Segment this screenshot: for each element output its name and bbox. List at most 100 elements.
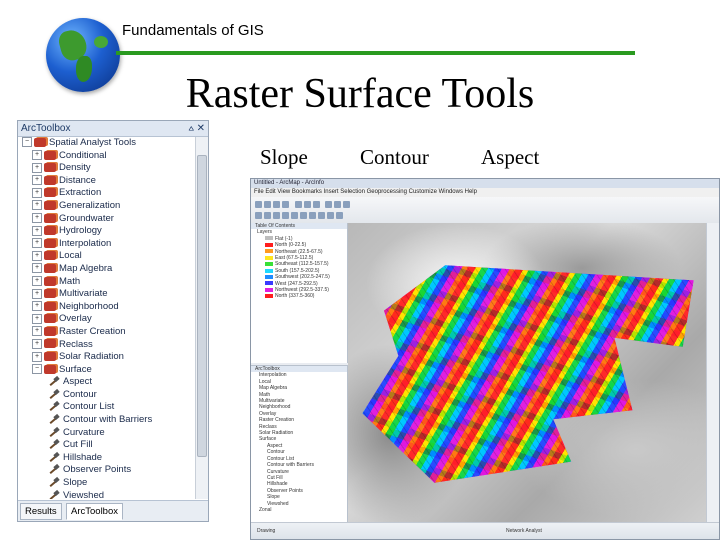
tool-item[interactable]: Cut Fill <box>18 439 196 452</box>
toolset-item[interactable]: + Neighborhood <box>18 301 196 314</box>
tool-item[interactable]: Contour <box>18 389 196 402</box>
expand-icon[interactable]: + <box>32 150 42 161</box>
toolset-item[interactable]: + Generalization <box>18 200 196 213</box>
tool-item[interactable]: Viewshed <box>18 490 196 499</box>
toolset-icon <box>44 263 56 273</box>
toolset-icon <box>44 175 56 185</box>
toolset-item[interactable]: + Groundwater <box>18 213 196 226</box>
hammer-icon <box>48 478 60 487</box>
pin-icon[interactable]: ⩟ <box>189 121 194 136</box>
course-title: Fundamentals of GIS <box>122 22 264 39</box>
collapse-icon[interactable]: − <box>22 137 32 148</box>
arcmap-window: Untitled - ArcMap - ArcInfo File Edit Vi… <box>250 178 720 540</box>
status-bar: Drawing Network Analyst <box>251 522 719 539</box>
expand-icon[interactable]: + <box>32 301 42 312</box>
hammer-icon <box>48 440 60 449</box>
arcmap-toolbox-mini: ArcToolbox Interpolation Local Map Algeb… <box>251 365 348 539</box>
hammer-icon <box>48 491 60 499</box>
tab-results[interactable]: Results <box>20 503 62 520</box>
tool-item[interactable]: Observer Points <box>18 464 196 477</box>
expand-icon[interactable]: + <box>32 263 42 274</box>
expand-icon[interactable]: + <box>32 250 42 261</box>
map-view[interactable] <box>348 223 708 525</box>
table-of-contents: Table Of Contents Layers Flat (-1) North… <box>251 223 348 363</box>
hammer-icon <box>48 377 60 386</box>
expand-icon[interactable]: + <box>32 351 42 362</box>
toolset-icon <box>44 200 56 210</box>
tool-item[interactable]: Hillshade <box>18 452 196 465</box>
toolset-item[interactable]: + Math <box>18 276 196 289</box>
arctoolbox-title: ArcToolbox <box>21 123 71 134</box>
expand-icon[interactable]: + <box>32 288 42 299</box>
expand-icon[interactable]: + <box>32 200 42 211</box>
tool-item[interactable]: Contour List <box>18 401 196 414</box>
expand-icon[interactable]: + <box>32 326 42 337</box>
toolset-item[interactable]: + Extraction <box>18 187 196 200</box>
hammer-icon <box>48 453 60 462</box>
toolset-item[interactable]: + Overlay <box>18 313 196 326</box>
header-rule <box>116 51 635 55</box>
toolset-icon <box>44 188 56 198</box>
toolset-icon <box>44 163 56 173</box>
toolbox-scrollbar[interactable] <box>195 137 208 499</box>
expand-icon[interactable]: + <box>32 175 42 186</box>
arcmap-toolbar[interactable] <box>251 197 719 224</box>
hammer-icon <box>48 428 60 437</box>
aspect-raster-texture <box>362 265 694 483</box>
toolbox-tree: − Spatial Analyst Tools + Conditional + Den… <box>18 137 196 499</box>
toolset-surface[interactable]: − Surface <box>18 364 196 377</box>
expand-icon[interactable]: + <box>32 313 42 324</box>
globe-landmass <box>94 36 108 48</box>
legend-item: North (337.5-360) <box>251 293 347 299</box>
toolset-icon <box>44 276 56 286</box>
slide-title: Raster Surface Tools <box>185 71 535 117</box>
toolset-item[interactable]: + Conditional <box>18 150 196 163</box>
toolset-item[interactable]: + Raster Creation <box>18 326 196 339</box>
map-scrollbar[interactable] <box>706 223 719 525</box>
close-icon[interactable]: ✕ <box>197 121 205 136</box>
toolbox-tab-strip: Results ArcToolbox <box>18 500 208 521</box>
expand-icon[interactable]: + <box>32 225 42 236</box>
toolset-item[interactable]: + Local <box>18 250 196 263</box>
tool-item[interactable]: Curvature <box>18 427 196 440</box>
toolset-icon <box>44 251 56 261</box>
tool-item[interactable]: Slope <box>18 477 196 490</box>
toolbox-icon <box>34 137 46 147</box>
collapse-icon[interactable]: − <box>32 364 42 375</box>
toolset-icon <box>44 339 56 349</box>
tool-item[interactable]: Contour with Barriers <box>18 414 196 427</box>
toolset-item[interactable]: + Density <box>18 162 196 175</box>
toolset-icon <box>44 238 56 248</box>
toolset-item[interactable]: + Solar Radiation <box>18 351 196 364</box>
label-contour: Contour <box>360 145 429 169</box>
expand-icon[interactable]: + <box>32 162 42 173</box>
toolset-item[interactable]: + Interpolation <box>18 238 196 251</box>
tab-arctoolbox[interactable]: ArcToolbox <box>66 503 123 520</box>
toolset-icon <box>44 301 56 311</box>
hammer-icon <box>48 465 60 474</box>
hammer-icon <box>48 402 60 411</box>
expand-icon[interactable]: + <box>32 187 42 198</box>
toolset-item[interactable]: + Hydrology <box>18 225 196 238</box>
toolset-icon <box>44 314 56 324</box>
toolset-icon <box>44 289 56 299</box>
scrollbar-thumb[interactable] <box>197 155 207 457</box>
toolset-icon <box>44 326 56 336</box>
expand-icon[interactable]: + <box>32 338 42 349</box>
tree-root[interactable]: − Spatial Analyst Tools <box>18 137 196 150</box>
toolset-item[interactable]: + Reclass <box>18 339 196 352</box>
hammer-icon <box>48 415 60 424</box>
mini-tool[interactable]: Zonal <box>251 507 347 513</box>
arcmap-menu-bar[interactable]: File Edit View Bookmarks Insert Selectio… <box>251 188 719 197</box>
expand-icon[interactable]: + <box>32 213 42 224</box>
tool-item[interactable]: Aspect <box>18 376 196 389</box>
status-network-analyst: Network Analyst <box>506 528 542 534</box>
expand-icon[interactable]: + <box>32 238 42 249</box>
toolset-item[interactable]: + Distance <box>18 175 196 188</box>
label-slope: Slope <box>260 145 308 169</box>
expand-icon[interactable]: + <box>32 276 42 287</box>
toolset-item[interactable]: + Map Algebra <box>18 263 196 276</box>
arctoolbox-header: ArcToolbox ⩟ ✕ <box>18 121 208 137</box>
arcmap-title-bar: Untitled - ArcMap - ArcInfo <box>251 179 719 188</box>
toolset-item[interactable]: + Multivariate <box>18 288 196 301</box>
